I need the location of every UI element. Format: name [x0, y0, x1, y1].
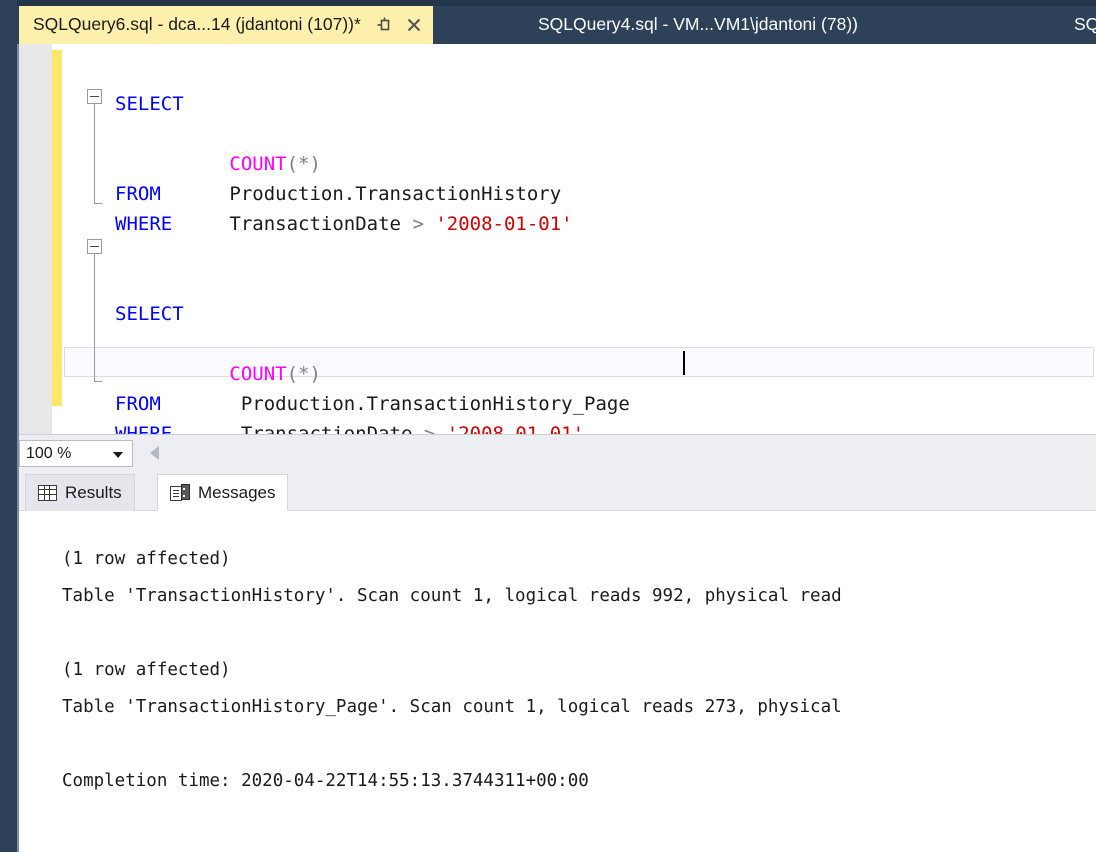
- left-dock-rail: [0, 0, 17, 852]
- editor-gutter: [19, 44, 52, 434]
- editor-tab-strip: SQLQuery6.sql - dca...14 (jdantoni (107)…: [0, 0, 1096, 44]
- message-line: (1 row affected): [62, 660, 231, 680]
- tab-messages-label: Messages: [198, 483, 275, 503]
- code-line: [62, 119, 1096, 149]
- messages-icon: [170, 484, 190, 502]
- message-line: Table 'TransactionHistory'. Scan count 1…: [62, 586, 842, 606]
- code-line: FROM Production.TransactionHistory: [62, 179, 1096, 209]
- tab-sqlquery-overflow-label: SQ: [1074, 16, 1096, 34]
- tab-sqlquery6-label: SQLQuery6.sql - dca...14 (jdantoni (107)…: [33, 16, 361, 34]
- sql-editor[interactable]: SELECT COUNT(*)FROM Production.Transacti…: [19, 44, 1096, 434]
- tab-results[interactable]: Results: [25, 474, 135, 511]
- code-line: COUNT(*): [62, 359, 1096, 389]
- results-tab-strip: Results Messages: [19, 470, 1096, 511]
- chevron-down-icon[interactable]: [113, 452, 123, 458]
- code-line: WHERE TransactionDate > '2008-01-01': [62, 419, 1096, 434]
- editor-code-area[interactable]: SELECT COUNT(*)FROM Production.Transacti…: [62, 44, 1096, 434]
- code-line: WHERE TransactionDate > '2008-01-01': [62, 209, 1096, 239]
- code-line: [62, 269, 1096, 299]
- message-line: Completion time: 2020-04-22T14:55:13.374…: [62, 771, 589, 791]
- tab-sqlquery4[interactable]: SQLQuery4.sql - VM...VM1\jdantoni (78)): [524, 6, 872, 44]
- message-line: Table 'TransactionHistory_Page'. Scan co…: [62, 697, 842, 717]
- code-line: COUNT(*): [62, 149, 1096, 179]
- tab-sqlquery-overflow[interactable]: SQ: [1060, 6, 1096, 44]
- zoom-level-combobox[interactable]: 100 %: [19, 440, 133, 467]
- close-icon[interactable]: [405, 16, 423, 34]
- editor-change-bar: [52, 50, 62, 406]
- tab-sqlquery6[interactable]: SQLQuery6.sql - dca...14 (jdantoni (107)…: [19, 6, 433, 44]
- messages-panel[interactable]: (1 row affected) Table 'TransactionHistor…: [19, 511, 1096, 852]
- message-line: (1 row affected): [62, 549, 231, 569]
- left-dock-rail-edge: [17, 44, 19, 852]
- editor-zoom-bar: 100 %: [19, 434, 1096, 470]
- pin-icon[interactable]: [375, 16, 393, 34]
- zoom-level-value: 100 %: [26, 445, 71, 463]
- tab-messages[interactable]: Messages: [157, 474, 288, 511]
- text-caret: [683, 351, 685, 375]
- code-line: SELECT: [62, 89, 1096, 119]
- scroll-left-arrow-icon[interactable]: [150, 446, 159, 460]
- tab-results-label: Results: [65, 483, 122, 503]
- ssms-window: SQLQuery6.sql - dca...14 (jdantoni (107)…: [0, 0, 1096, 852]
- code-line: SELECT: [62, 299, 1096, 329]
- code-line: [62, 329, 1096, 359]
- code-line: FROM Production.TransactionHistory_Page: [62, 389, 1096, 419]
- tab-sqlquery4-label: SQLQuery4.sql - VM...VM1\jdantoni (78)): [538, 16, 858, 34]
- code-line: [62, 239, 1096, 269]
- tab-sqlquery6-icons: [375, 16, 423, 34]
- grid-icon: [38, 485, 57, 501]
